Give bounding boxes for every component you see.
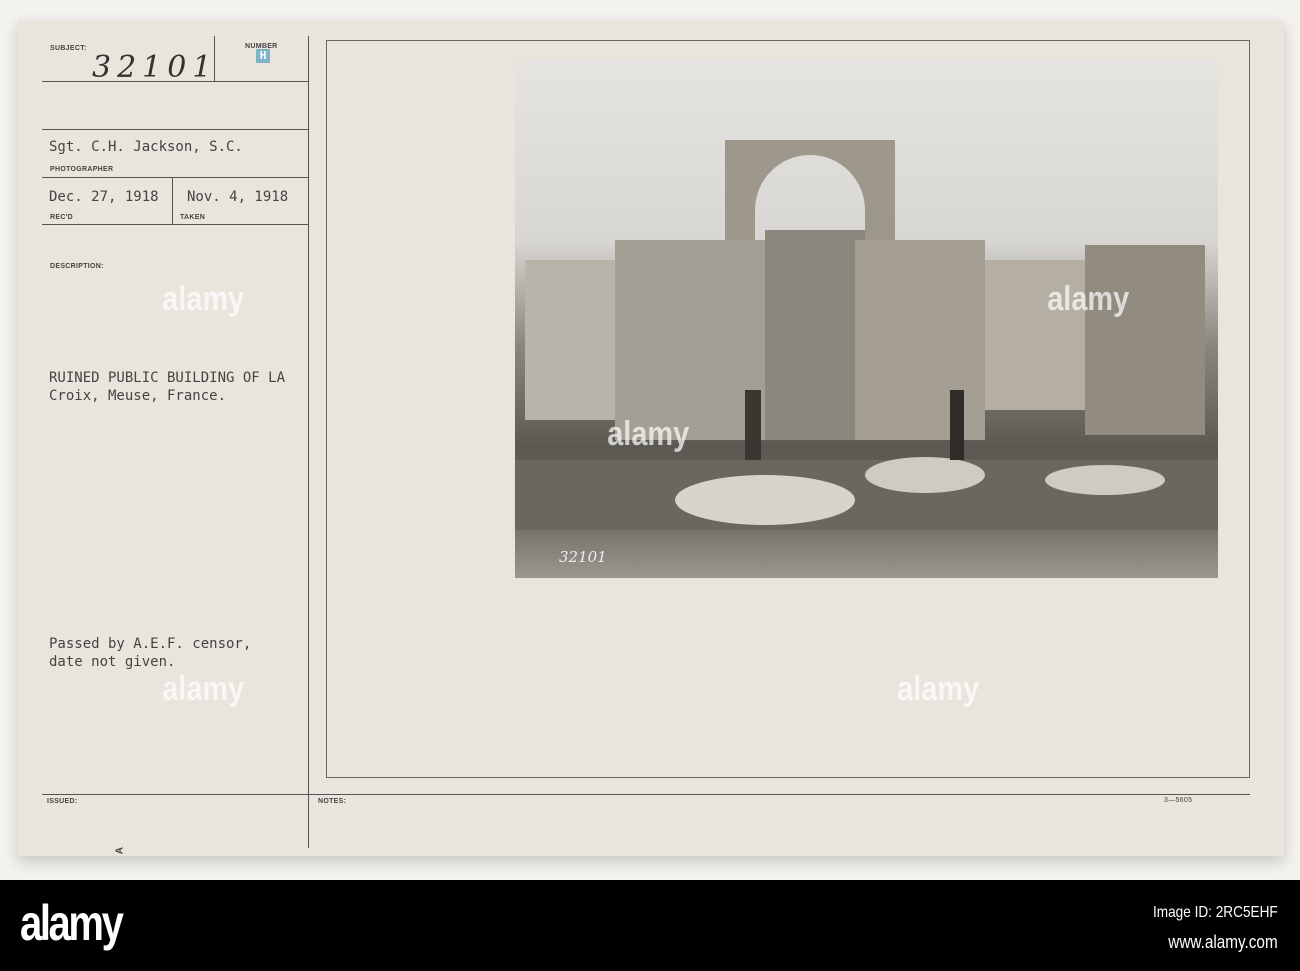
photo-number: 32101 — [559, 548, 607, 566]
number-stamp: H — [256, 49, 270, 63]
site-link[interactable]: www.alamy.com — [1169, 932, 1278, 953]
footer-bar: alamy Image ID: 2RC5EHF www.alamy.com — [0, 880, 1300, 971]
divider — [172, 178, 173, 224]
divider — [42, 794, 1250, 795]
photograph-ruined-building: 32101 — [515, 60, 1218, 578]
description-line: RUINED PUBLIC BUILDING OF LA — [49, 370, 286, 386]
watermark: alamy — [1047, 280, 1130, 318]
watermark: alamy — [897, 670, 980, 708]
watermark: alamy — [607, 415, 690, 453]
description-line: Croix, Meuse, France. — [49, 388, 227, 404]
received-date: Dec. 27, 1918 — [49, 189, 159, 205]
divider — [42, 224, 308, 225]
subject-label: SUBJECT: — [50, 45, 87, 52]
censor-note: Passed by A.E.F. censor, — [49, 636, 252, 652]
form-code: 3—5605 — [1164, 797, 1193, 804]
taken-label: TAKEN — [180, 214, 206, 221]
watermark: alamy — [162, 280, 245, 318]
censor-note: date not given. — [49, 654, 176, 670]
taken-date: Nov. 4, 1918 — [187, 189, 289, 205]
photographer-name: Sgt. C.H. Jackson, S.C. — [49, 139, 243, 155]
divider — [42, 177, 308, 178]
divider — [42, 129, 308, 130]
ruin-illustration — [515, 140, 1218, 530]
notes-label: NOTES: — [318, 798, 347, 805]
image-id: Image ID: 2RC5EHF — [1153, 904, 1278, 921]
issued-label: ISSUED: — [47, 798, 78, 805]
photographer-label: PHOTOGRAPHER — [50, 166, 114, 173]
description-label: DESCRIPTION: — [50, 263, 104, 270]
corner-mark: A — [114, 846, 126, 855]
received-label: REC'D — [50, 214, 73, 221]
watermark: alamy — [162, 670, 245, 708]
subject-number: 32101 — [92, 50, 218, 85]
alamy-logo: alamy — [20, 895, 124, 951]
divider — [308, 36, 309, 848]
